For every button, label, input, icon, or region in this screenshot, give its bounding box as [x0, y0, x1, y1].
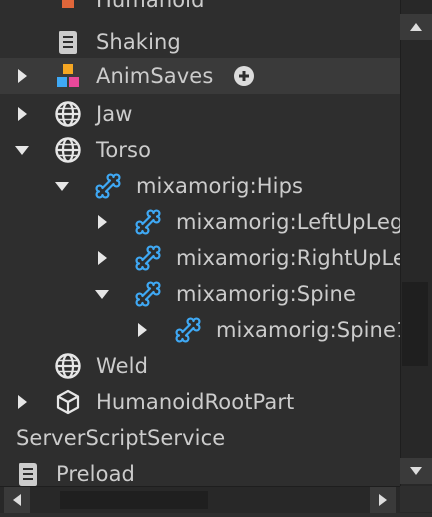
tree-row-leftupleg[interactable]: mixamorig:LeftUpLeg	[0, 204, 400, 240]
bone-icon	[134, 280, 162, 308]
tree-row-label: AnimSaves	[96, 64, 214, 88]
globe-icon	[54, 100, 82, 128]
humanoid-icon	[54, 0, 82, 14]
tree-row-rightupleg[interactable]: mixamorig:RightUpLeg	[0, 240, 400, 276]
tree-row-label: Humanoid	[96, 0, 205, 12]
collapse-arrow-icon[interactable]	[94, 276, 110, 312]
expand-arrow-icon[interactable]	[96, 240, 112, 276]
scroll-left-button[interactable]	[4, 487, 30, 513]
tree-row-weld[interactable]: Weld	[0, 348, 400, 384]
tree-row-humanoidrootpart[interactable]: HumanoidRootPart	[0, 384, 400, 420]
horizontal-scroll-thumb[interactable]	[60, 491, 208, 509]
tree-row-label: mixamorig:Hips	[136, 174, 304, 198]
vertical-scroll-track[interactable]	[400, 0, 432, 486]
bone-icon	[134, 244, 162, 272]
tree-row-label: mixamorig:RightUpLeg	[176, 246, 400, 270]
globe-icon	[54, 136, 82, 164]
tree-row-label: mixamorig:LeftUpLeg	[176, 210, 400, 234]
tree-row-shaking[interactable]: Shaking	[0, 24, 400, 60]
tree-row-hips[interactable]: mixamorig:Hips	[0, 168, 400, 204]
tree-row-humanoid[interactable]: Humanoid	[0, 0, 400, 18]
collapse-arrow-icon[interactable]	[14, 132, 30, 168]
tree-row-serverscriptservice[interactable]: ServerScriptService	[0, 420, 400, 456]
plus-circle-icon[interactable]	[232, 64, 256, 88]
tree-row-label: Torso	[96, 138, 152, 162]
model-icon	[54, 62, 82, 90]
expand-arrow-icon[interactable]	[16, 96, 32, 132]
collapse-arrow-icon[interactable]	[54, 168, 70, 204]
scroll-up-button[interactable]	[400, 14, 432, 40]
bone-icon	[174, 316, 202, 344]
tree-row-label: mixamorig:Spine1	[216, 318, 400, 342]
tree-row-label: Shaking	[96, 30, 181, 54]
tree-row-label: mixamorig:Spine	[176, 282, 356, 306]
globe-icon	[54, 352, 82, 380]
expand-arrow-icon[interactable]	[96, 204, 112, 240]
tree-row-jaw[interactable]: Jaw	[0, 96, 400, 132]
scroll-right-button[interactable]	[370, 487, 396, 513]
tree-row-label: ServerScriptService	[16, 426, 226, 450]
scrollbar-corner	[400, 486, 432, 512]
expand-arrow-icon[interactable]	[136, 312, 152, 348]
horizontal-scrollbar[interactable]	[0, 486, 432, 513]
expand-arrow-icon[interactable]	[16, 58, 32, 94]
tree-row-label: Preload	[56, 462, 135, 486]
tree-row-label: HumanoidRootPart	[96, 390, 295, 414]
bone-icon	[134, 208, 162, 236]
explorer-tree: Humanoid Shaking AnimSaves Jaw Torso mix…	[0, 0, 400, 486]
script-icon	[54, 28, 82, 56]
tree-row-label: Weld	[96, 354, 149, 378]
vertical-scrollbar[interactable]	[400, 0, 432, 486]
script-icon	[14, 460, 42, 486]
scroll-down-button[interactable]	[400, 458, 432, 484]
tree-row-spine1[interactable]: mixamorig:Spine1	[0, 312, 400, 348]
tree-row-preload[interactable]: Preload	[0, 456, 400, 486]
expand-arrow-icon[interactable]	[16, 384, 32, 420]
vertical-scroll-thumb[interactable]	[402, 282, 428, 366]
bone-icon	[94, 172, 122, 200]
tree-row-torso[interactable]: Torso	[0, 132, 400, 168]
tree-row-animsaves[interactable]: AnimSaves	[0, 58, 400, 94]
tree-row-spine[interactable]: mixamorig:Spine	[0, 276, 400, 312]
tree-row-label: Jaw	[96, 102, 133, 126]
part-icon	[54, 388, 82, 416]
